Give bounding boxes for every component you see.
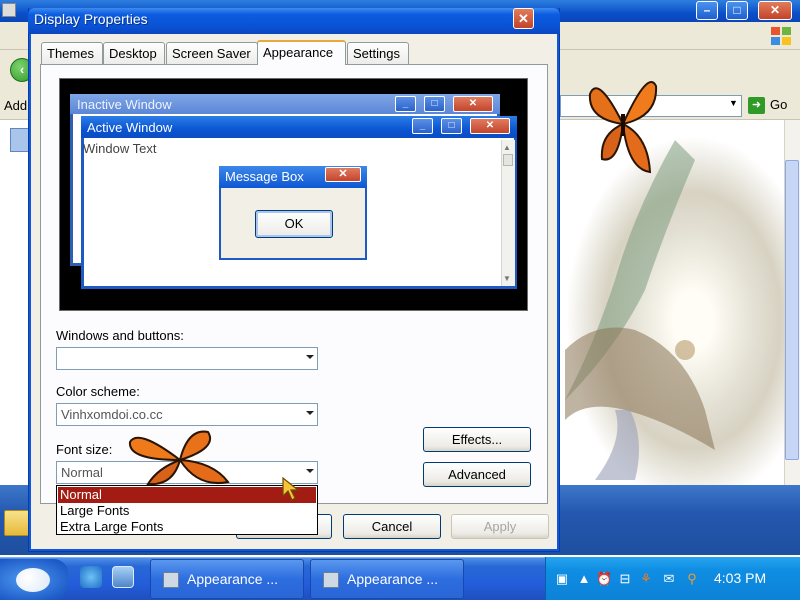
dialog-close-button[interactable]: ✕ xyxy=(513,8,534,29)
close-button[interactable]: ✕ xyxy=(758,1,792,20)
font-size-label: Font size: xyxy=(56,442,113,457)
font-size-value: Normal xyxy=(61,465,103,480)
minimize-icon: _ xyxy=(412,118,433,134)
close-icon: ✕ xyxy=(470,118,510,134)
preview-window-text: Window Text xyxy=(83,141,157,156)
windows-logo-icon xyxy=(771,27,791,45)
maximize-icon: □ xyxy=(441,118,462,134)
clock: 4:03 PM xyxy=(714,570,767,586)
taskbar-button-appearance[interactable]: Appearance ... xyxy=(310,559,464,599)
display-properties-icon xyxy=(163,572,179,588)
font-size-option-normal[interactable]: Normal xyxy=(58,487,316,503)
butterfly-image xyxy=(128,430,230,486)
alarm-clock-icon[interactable]: ⏰ xyxy=(596,571,612,587)
tab-screen-saver[interactable]: Screen Saver xyxy=(166,42,258,64)
close-icon: ✕ xyxy=(453,96,493,112)
network-icon[interactable]: ⊟ xyxy=(617,571,633,587)
chevron-down-icon[interactable] xyxy=(306,355,314,359)
tab-settings[interactable]: Settings xyxy=(347,42,409,64)
minimize-button[interactable]: – xyxy=(696,1,718,20)
chevron-down-icon[interactable] xyxy=(306,469,314,473)
preview-scroll-thumb xyxy=(503,154,513,166)
preview-active-title: Active Window xyxy=(87,120,173,135)
preview-message-box-title: Message Box xyxy=(225,169,304,184)
color-scheme-label: Color scheme: xyxy=(56,384,140,399)
font-size-dropdown-list: Normal Large Fonts Extra Large Fonts xyxy=(56,485,318,535)
preview-inactive-title: Inactive Window xyxy=(77,97,172,112)
go-arrow-icon: ➜ xyxy=(748,97,765,114)
media-player-icon[interactable] xyxy=(112,566,134,588)
computer-icon xyxy=(10,128,30,152)
color-scheme-value: Vinhxomdoi.co.cc xyxy=(61,407,163,422)
task-label: Appearance ... xyxy=(187,571,279,587)
maximize-button[interactable]: □ xyxy=(726,1,748,20)
font-size-option-extra-large[interactable]: Extra Large Fonts xyxy=(58,519,316,535)
window-app-icon xyxy=(2,3,16,17)
maximize-icon: □ xyxy=(424,96,445,112)
minimize-icon: _ xyxy=(395,96,416,112)
mouse-cursor-icon xyxy=(282,476,300,501)
advanced-button[interactable]: Advanced xyxy=(423,462,531,487)
windows-and-buttons-select[interactable] xyxy=(56,347,318,370)
tab-appearance[interactable]: Appearance xyxy=(257,40,346,65)
close-icon: ✕ xyxy=(325,167,361,182)
preview-ok-button: OK xyxy=(255,210,333,238)
display-properties-icon xyxy=(323,572,339,588)
chevron-down-icon[interactable] xyxy=(306,411,314,415)
tab-themes[interactable]: Themes xyxy=(41,42,103,64)
search-icon[interactable]: ⚲ xyxy=(684,571,700,587)
apply-button[interactable]: Apply xyxy=(451,514,549,539)
address-label: Add xyxy=(4,98,28,113)
collapse-tray-icon[interactable]: ▲ xyxy=(576,571,592,587)
scroll-down-icon: ▼ xyxy=(503,274,511,283)
dialog-title: Display Properties xyxy=(34,11,148,27)
tab-desktop[interactable]: Desktop xyxy=(103,42,165,64)
go-label: Go xyxy=(770,97,788,112)
language-icon[interactable]: ▣ xyxy=(554,571,570,587)
go-button[interactable]: ➜ Go xyxy=(748,96,796,116)
font-size-option-large[interactable]: Large Fonts xyxy=(58,503,316,519)
internet-explorer-icon[interactable] xyxy=(80,566,102,588)
scrollbar-thumb[interactable] xyxy=(785,160,799,460)
taskbar-button-appearance[interactable]: Appearance ... xyxy=(150,559,304,599)
windows-and-buttons-label: Windows and buttons: xyxy=(56,328,184,343)
butterfly-image xyxy=(588,81,658,174)
scroll-up-icon: ▲ xyxy=(503,143,511,152)
chat-icon[interactable]: ✉ xyxy=(661,571,677,587)
task-label: Appearance ... xyxy=(347,571,439,587)
chevron-down-icon[interactable]: ▼ xyxy=(729,98,738,108)
start-wing-icon xyxy=(16,568,50,592)
cancel-button[interactable]: Cancel xyxy=(343,514,441,539)
color-scheme-select[interactable]: Vinhxomdoi.co.cc xyxy=(56,403,318,426)
effects-button[interactable]: Effects... xyxy=(423,427,531,452)
butterfly-tray-icon[interactable]: ⚘ xyxy=(638,571,654,587)
